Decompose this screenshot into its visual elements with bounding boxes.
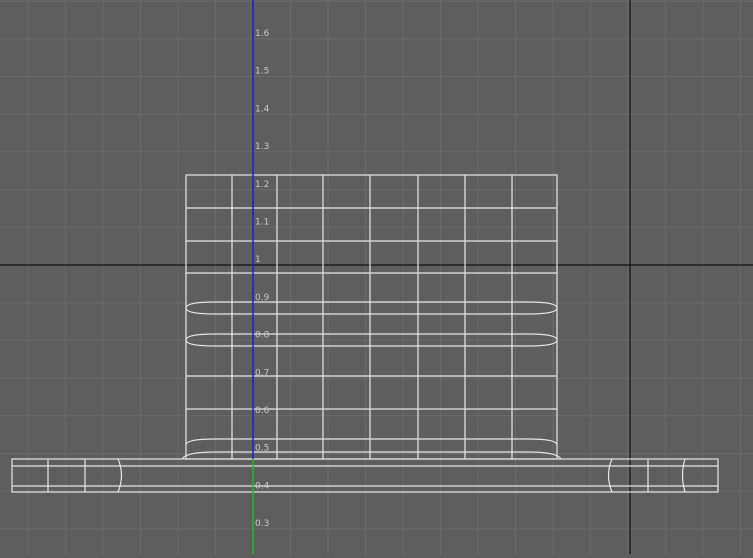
ruler-label: 0.8 bbox=[255, 331, 270, 341]
viewport-background bbox=[0, 0, 753, 554]
ruler-label: 0.3 bbox=[255, 519, 269, 529]
viewport-canvas[interactable]: 1.6 1.5 1.4 1.3 1.2 1.1 1 0.9 0.8 0.7 0.6 0.5 0.4 0.3 bbox=[0, 0, 753, 554]
3d-viewport[interactable]: 1.6 1.5 1.4 1.3 1.2 1.1 1 0.9 0.8 0.7 0.6 0.5 0.4 0.3 bbox=[0, 0, 753, 554]
ruler-label: 1.2 bbox=[255, 180, 269, 190]
ruler-label: 1.4 bbox=[255, 104, 270, 114]
ruler-label: 1.6 bbox=[255, 29, 270, 39]
ruler-label: 0.5 bbox=[255, 444, 269, 454]
ruler-label: 0.7 bbox=[255, 368, 269, 378]
ruler-label: 1.3 bbox=[255, 142, 269, 152]
ruler-label: 0.6 bbox=[255, 406, 270, 416]
ruler-label: 0.4 bbox=[255, 481, 270, 491]
ruler-label: 1.5 bbox=[255, 67, 269, 77]
ruler-label: 1.1 bbox=[255, 218, 269, 228]
ruler-label: 0.9 bbox=[255, 293, 270, 303]
ruler-label: 1 bbox=[255, 255, 261, 265]
